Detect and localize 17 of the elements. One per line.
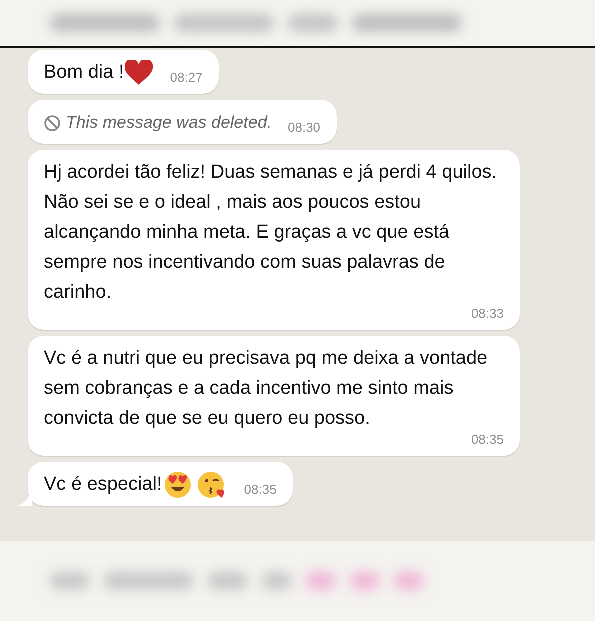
- message-time: 08:35: [471, 431, 504, 449]
- message-time: 08:27: [170, 69, 203, 87]
- message-time: 08:35: [244, 481, 277, 499]
- blurred-text: [350, 572, 380, 590]
- deleted-message-text: This message was deleted.: [66, 112, 272, 134]
- message-time: 08:30: [288, 119, 321, 137]
- message-text: Vc é especial!: [44, 473, 162, 497]
- heart-icon: [124, 60, 154, 86]
- smiley-icon: [164, 471, 192, 499]
- blurred-text: [288, 14, 338, 32]
- message-text: Bom dia !: [44, 61, 124, 85]
- blurred-text: [306, 572, 336, 590]
- message-text: Vc é a nutri que eu precisava pq me deixa a vontade sem cobranças e a cada incentivo me sinto mais convicta de que se eu quero eu posso.: [44, 348, 489, 429]
- blurred-text: [394, 572, 424, 590]
- message-text: Hj acordei tão feliz! Duas semanas e já perdi 4 quilos. Não sei se e o ideal , mais aos poucos estou alcançando minha meta. E graças a vc que está sempre nos incentivando com suas palavras de carinho.: [44, 162, 498, 303]
- message-time: 08:33: [471, 305, 504, 323]
- blocked-icon: [44, 114, 61, 132]
